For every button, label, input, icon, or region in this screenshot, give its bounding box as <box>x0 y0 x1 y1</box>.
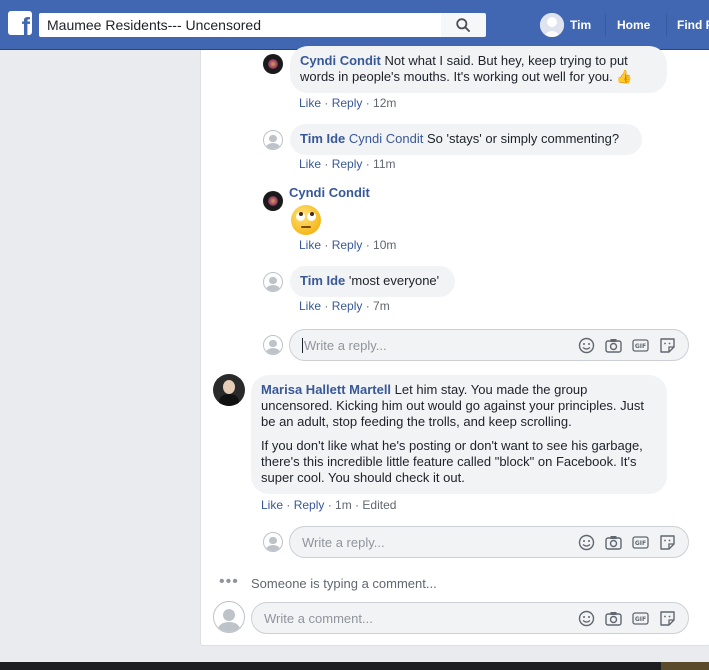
sticker-icon[interactable] <box>659 610 676 627</box>
comment-text-paragraph: If you don't like what he's posting or d… <box>261 438 643 485</box>
svg-text:GIF: GIF <box>635 343 646 350</box>
comment-text: 'most everyone' <box>348 273 440 288</box>
comment-bubble: Marisa Hallett Martell Let him stay. You… <box>251 375 667 494</box>
comment-time[interactable]: 12m <box>373 96 396 110</box>
comment-actions: Like · Reply · 7m <box>299 299 390 313</box>
reply-placeholder: Write a reply... <box>302 535 385 550</box>
reply-link[interactable]: Reply <box>332 96 363 110</box>
like-link[interactable]: Like <box>299 96 321 110</box>
avatar <box>263 532 283 552</box>
comment-time[interactable]: 7m <box>373 299 390 313</box>
reply-placeholder: Write a reply... <box>302 338 387 353</box>
camera-icon[interactable] <box>605 610 622 627</box>
emoji-icon[interactable] <box>578 337 595 354</box>
gif-icon[interactable]: GIF <box>632 534 649 551</box>
comment-time[interactable]: 1m <box>335 498 352 512</box>
comment-placeholder: Write a comment... <box>264 611 373 626</box>
gif-icon[interactable]: GIF <box>632 610 649 627</box>
avatar <box>213 601 245 633</box>
nav-divider <box>666 14 667 36</box>
like-link[interactable]: Like <box>299 157 321 171</box>
user-name: Tim <box>570 18 592 32</box>
typing-indicator: Someone is typing a comment... <box>251 576 437 591</box>
top-navigation-bar: f Maumee Residents--- Uncensored Tim Hom… <box>0 0 709 50</box>
reply-link[interactable]: Reply <box>332 299 363 313</box>
edited-label[interactable]: Edited <box>362 498 396 512</box>
reply-link[interactable]: Reply <box>332 238 363 252</box>
comment-actions: Like · Reply · 10m <box>299 238 397 252</box>
emoji-icon[interactable] <box>578 610 595 627</box>
comment-author[interactable]: Marisa Hallett Martell <box>261 382 391 397</box>
like-link[interactable]: Like <box>261 498 283 512</box>
avatar[interactable] <box>263 130 283 150</box>
comment-actions: Like · Reply · 12m <box>299 96 397 110</box>
comment-input[interactable]: Write a comment... GIF <box>251 602 689 634</box>
like-link[interactable]: Like <box>299 238 321 252</box>
sticker-icon[interactable] <box>659 337 676 354</box>
nav-find-friends-link[interactable]: Find F <box>677 18 709 32</box>
comment-bubble: Tim Ide Cyndi Condit So 'stays' or simpl… <box>290 124 642 155</box>
user-avatar-icon <box>540 13 564 37</box>
comment-bubble: Tim Ide 'most everyone' <box>290 266 455 297</box>
avatar <box>263 335 283 355</box>
comment-bubble: Cyndi Condit Not what I said. But hey, k… <box>290 46 667 93</box>
camera-icon[interactable] <box>605 534 622 551</box>
reply-input[interactable]: Write a reply... GIF <box>289 526 689 558</box>
reply-input[interactable]: Write a reply... GIF <box>289 329 689 361</box>
avatar[interactable] <box>213 374 245 406</box>
svg-text:GIF: GIF <box>635 540 646 547</box>
user-avatar <box>540 13 564 37</box>
comment-text: So 'stays' or simply commenting? <box>426 131 620 146</box>
comment-author[interactable]: Tim Ide <box>300 131 345 146</box>
nav-home-link[interactable]: Home <box>617 18 650 32</box>
search-input[interactable]: Maumee Residents--- Uncensored <box>39 13 441 37</box>
avatar[interactable] <box>263 191 283 211</box>
comment-author[interactable]: Cyndi Condit <box>300 53 381 68</box>
nav-divider <box>605 14 606 36</box>
sticker-icon[interactable] <box>659 534 676 551</box>
typing-dots-icon: ••• <box>219 573 239 590</box>
like-link[interactable]: Like <box>299 299 321 313</box>
comment-time[interactable]: 10m <box>373 238 396 252</box>
comment-author[interactable]: Cyndi Condit <box>289 185 370 200</box>
search-button[interactable] <box>441 13 486 37</box>
avatar[interactable] <box>263 272 283 292</box>
comment-author[interactable]: Tim Ide <box>300 273 345 288</box>
eye-roll-emoji-icon <box>291 205 321 235</box>
comment-actions: Like · Reply · 11m <box>299 157 396 171</box>
comment-actions: Like · Reply · 1m · Edited <box>261 498 397 512</box>
comment-time[interactable]: 11m <box>373 157 395 171</box>
emoji-icon[interactable] <box>578 534 595 551</box>
svg-text:GIF: GIF <box>635 616 646 623</box>
facebook-logo-icon[interactable]: f <box>8 11 32 35</box>
gif-icon[interactable]: GIF <box>632 337 649 354</box>
camera-icon[interactable] <box>605 337 622 354</box>
reply-link[interactable]: Reply <box>332 157 363 171</box>
window-bottom-edge <box>0 662 709 670</box>
mention-link[interactable]: Cyndi Condit <box>349 131 423 146</box>
reply-link[interactable]: Reply <box>294 498 325 512</box>
search-icon <box>456 18 470 32</box>
avatar[interactable] <box>263 54 283 74</box>
